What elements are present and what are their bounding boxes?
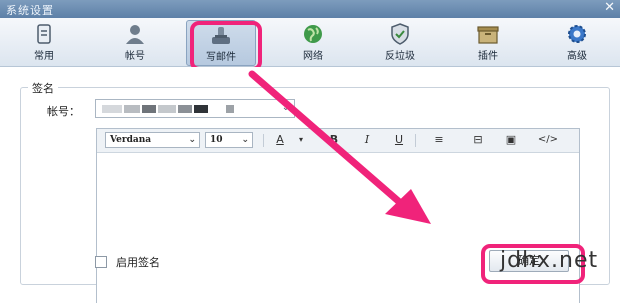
tab-plugin-label: 插件: [478, 51, 498, 62]
account-icon: [126, 25, 144, 44]
tab-network-label: 网络: [303, 51, 323, 62]
advanced-icon: [568, 25, 586, 43]
tab-advanced-label: 高级: [567, 51, 587, 62]
compose-icon: [212, 27, 230, 44]
general-icon: [37, 24, 51, 44]
title-bar: 系统设置 ✕: [0, 0, 620, 18]
bold-button[interactable]: B: [327, 132, 341, 148]
account-label: 帐号：: [47, 105, 80, 118]
enable-signature-label: 启用签名: [116, 256, 160, 269]
editor-toolbar: Verdana ⌄ 10 ⌄ A ▾ B I U ≡ ⊟ ▣ </>: [97, 129, 579, 153]
tab-general[interactable]: 常用: [9, 20, 79, 64]
account-value-redacted: [102, 105, 234, 113]
signature-group-title: 签名: [28, 80, 58, 96]
toolbar-divider: [415, 134, 416, 147]
font-color-button[interactable]: A: [273, 132, 287, 148]
tab-antispam[interactable]: 反垃圾: [365, 20, 435, 64]
chevron-down-icon: ⌄: [281, 102, 290, 113]
font-color-dropdown-icon[interactable]: ▾: [297, 132, 305, 148]
font-size-select[interactable]: 10 ⌄: [205, 132, 253, 148]
signature-text-area[interactable]: [97, 153, 579, 303]
underline-button[interactable]: U: [392, 132, 406, 148]
italic-button[interactable]: I: [360, 132, 374, 148]
align-button[interactable]: ≡: [427, 132, 451, 148]
settings-toolbar: 常用 帐号 写邮件 网络 反垃圾 插件 高级: [0, 18, 620, 67]
font-family-value: Verdana: [110, 135, 152, 145]
tab-advanced[interactable]: 高级: [542, 20, 612, 64]
source-code-button[interactable]: </>: [537, 132, 559, 148]
tab-plugin[interactable]: 插件: [453, 20, 523, 64]
account-select[interactable]: ⌄: [95, 99, 295, 118]
tab-general-label: 常用: [34, 51, 54, 62]
font-size-value: 10: [210, 135, 223, 145]
signature-editor: Verdana ⌄ 10 ⌄ A ▾ B I U ≡ ⊟ ▣ </>: [96, 128, 580, 303]
tab-antispam-label: 反垃圾: [385, 51, 415, 62]
close-icon[interactable]: ✕: [604, 0, 615, 15]
tab-account[interactable]: 帐号: [100, 20, 170, 64]
plugin-icon: [477, 26, 499, 44]
network-icon: [304, 25, 322, 43]
tab-account-label: 帐号: [125, 51, 145, 62]
insert-image-button[interactable]: ▣: [502, 132, 520, 148]
tab-compose[interactable]: 写邮件: [186, 20, 256, 66]
toolbar-divider: [263, 134, 264, 147]
enable-signature-checkbox[interactable]: [95, 256, 107, 268]
antispam-icon: [391, 23, 409, 45]
chevron-down-icon: ⌄: [188, 135, 196, 145]
tab-compose-label: 写邮件: [206, 52, 236, 63]
tab-network[interactable]: 网络: [278, 20, 348, 64]
chevron-down-icon: ⌄: [241, 135, 249, 145]
font-family-select[interactable]: Verdana ⌄: [105, 132, 200, 148]
window-title: 系统设置: [6, 4, 54, 17]
watermark: jdhx.net: [500, 248, 599, 273]
horizontal-rule-button[interactable]: ⊟: [469, 132, 487, 148]
